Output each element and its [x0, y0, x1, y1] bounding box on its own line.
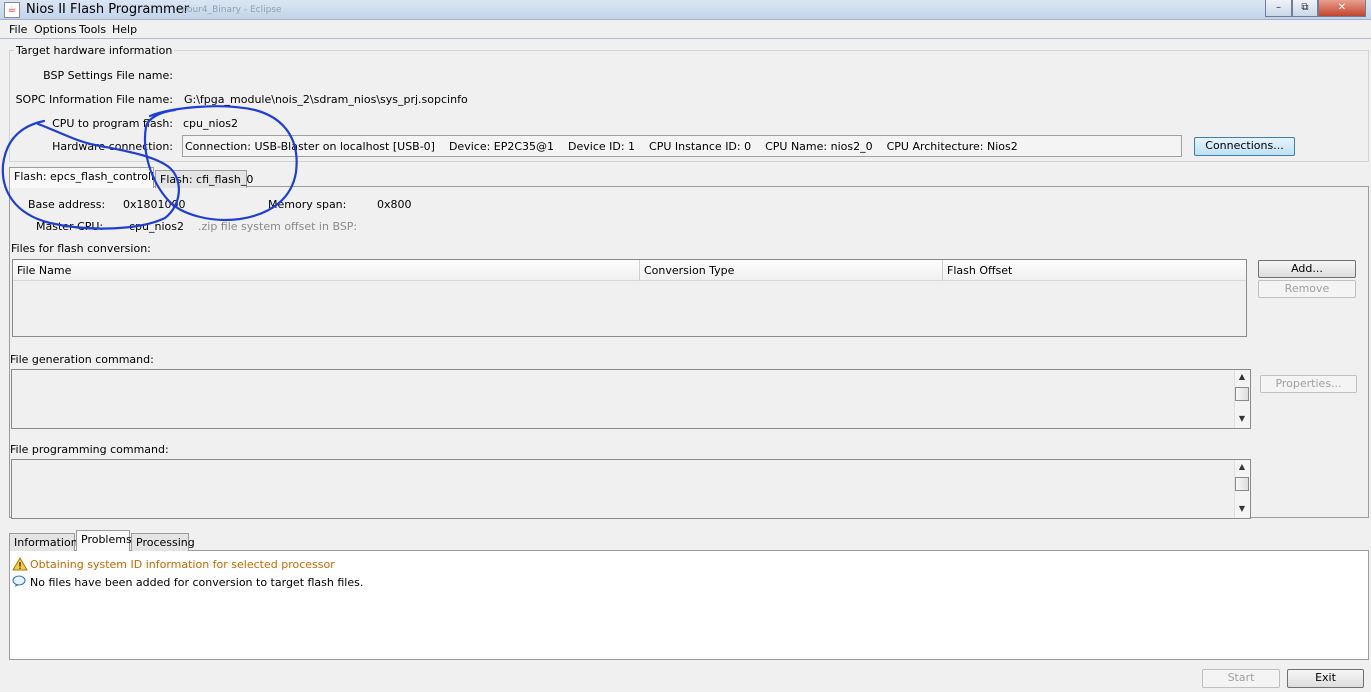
- programming-label: File programming command:: [10, 443, 169, 456]
- info-speech-icon: [12, 575, 26, 591]
- files-section-label: Files for flash conversion:: [11, 242, 151, 255]
- memory-span-label: Memory span:: [268, 198, 347, 211]
- close-icon[interactable]: ✕: [1318, 0, 1366, 17]
- zip-offset-hint: .zip file system offset in BSP:: [198, 220, 358, 233]
- add-button[interactable]: Add...: [1258, 260, 1356, 278]
- restore-icon[interactable]: ⧉: [1292, 0, 1318, 17]
- bsp-label: BSP Settings File name:: [43, 69, 173, 82]
- minimize-icon[interactable]: –: [1265, 0, 1292, 17]
- base-address-value: 0x1801000: [123, 198, 186, 211]
- tab-problems[interactable]: Problems: [76, 530, 132, 551]
- window-title-suffix: cour4_Binary - Eclipse: [182, 5, 282, 15]
- menu-file[interactable]: File: [9, 23, 27, 36]
- scroll-up-icon[interactable]: ▲: [1234, 462, 1250, 471]
- cpu-select[interactable]: cpu_nios2: [183, 117, 238, 130]
- hw-connection-field: Connection: USB-Blaster on localhost [US…: [182, 135, 1182, 157]
- menu-options[interactable]: Options: [34, 23, 76, 36]
- scroll-down-icon[interactable]: ▼: [1234, 504, 1250, 513]
- tab-information[interactable]: Information: [9, 533, 78, 551]
- scroll-thumb[interactable]: [1235, 477, 1249, 491]
- menu-help[interactable]: Help: [112, 23, 137, 36]
- master-cpu-value: cpu_nios2: [129, 220, 184, 233]
- tab-epcs-flash[interactable]: Flash: epcs_flash_controller: [9, 167, 165, 188]
- tab-cfi-flash[interactable]: Flash: cfi_flash_0: [155, 170, 253, 188]
- base-address-label: Base address:: [28, 198, 106, 211]
- info-message: No files have been added for conversion …: [30, 576, 364, 589]
- menu-tools[interactable]: Tools: [79, 23, 106, 36]
- window-title: Nios II Flash Programmer: [26, 2, 190, 17]
- memory-span-value: 0x800: [377, 198, 412, 211]
- scroll-up-icon[interactable]: ▲: [1234, 372, 1250, 381]
- cpu-label: CPU to program flash:: [52, 117, 173, 130]
- column-flash-offset[interactable]: Flash Offset: [943, 260, 1246, 281]
- sopc-label: SOPC Information File name:: [15, 93, 173, 106]
- menu-bar: [0, 21, 1371, 39]
- hw-connection-label: Hardware connection:: [52, 140, 173, 153]
- generation-command-textarea[interactable]: [11, 369, 1251, 429]
- column-file-name[interactable]: File Name: [13, 260, 640, 281]
- scroll-down-icon[interactable]: ▼: [1234, 414, 1250, 423]
- generation-label: File generation command:: [10, 353, 154, 366]
- remove-button[interactable]: Remove: [1258, 280, 1356, 298]
- start-button[interactable]: Start: [1202, 669, 1280, 688]
- java-cup-icon[interactable]: ☕: [4, 2, 20, 18]
- column-conversion-type[interactable]: Conversion Type: [640, 260, 943, 281]
- programming-command-textarea[interactable]: [11, 459, 1251, 519]
- properties-button[interactable]: Properties...: [1260, 375, 1357, 393]
- group-title: Target hardware information: [14, 44, 175, 57]
- warning-message: Obtaining system ID information for sele…: [30, 558, 335, 571]
- warning-icon: [12, 557, 28, 574]
- connections-button[interactable]: Connections...: [1194, 137, 1295, 156]
- tab-processing[interactable]: Processing: [131, 533, 195, 551]
- sopc-value: G:\fpga_module\nois_2\sdram_nios\sys_prj…: [184, 93, 468, 106]
- exit-button[interactable]: Exit: [1287, 669, 1364, 688]
- scroll-thumb[interactable]: [1235, 387, 1249, 401]
- master-cpu-label: Master CPU:: [36, 220, 104, 233]
